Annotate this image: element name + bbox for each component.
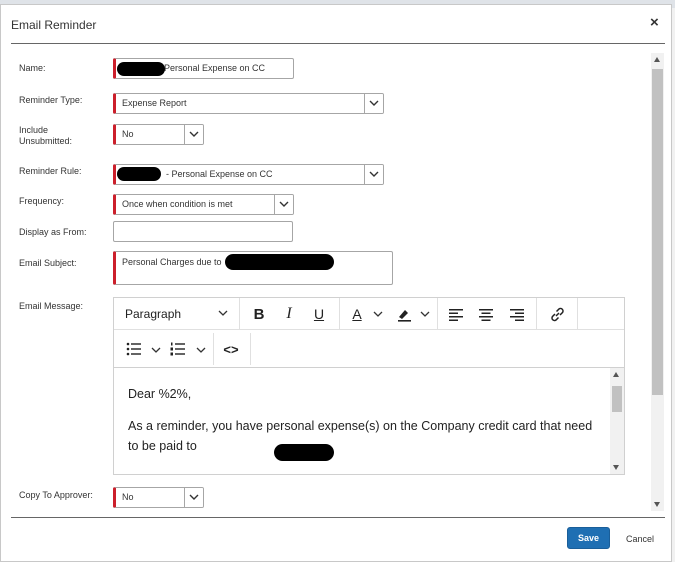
italic-button[interactable]: I (276, 298, 302, 330)
chevron-down-icon (274, 195, 293, 214)
redacted-marker (117, 62, 165, 76)
reminder-type-value: Expense Report (122, 98, 187, 108)
toolbar-separator (239, 298, 240, 330)
format-dropdown[interactable]: Paragraph (114, 298, 250, 330)
toolbar-separator (577, 298, 578, 330)
chevron-down-icon (364, 165, 383, 184)
scroll-up-icon[interactable] (613, 372, 619, 377)
copy-approver-select[interactable]: No (113, 487, 204, 508)
scroll-down-icon[interactable] (613, 465, 619, 470)
format-value: Paragraph (125, 307, 182, 321)
editor-toolbar-row-2: <> (114, 330, 624, 368)
email-subject-label: Email Subject: (19, 258, 77, 268)
underline-button[interactable]: U (306, 298, 332, 330)
rich-text-editor: Paragraph B I U A <> Dear %2%, As a remi… (113, 297, 625, 475)
highlight-icon[interactable] (393, 298, 415, 330)
form-scrollbar[interactable] (651, 53, 664, 511)
toolbar-separator (250, 333, 251, 365)
numbered-list-icon[interactable] (166, 333, 190, 365)
frequency-value: Once when condition is met (122, 199, 233, 209)
name-label: Name: (19, 63, 46, 73)
bullet-list-icon[interactable] (122, 333, 146, 365)
editor-content[interactable]: Dear %2%, As a reminder, you have person… (114, 368, 608, 474)
message-paragraph-1: Dear %2%, (128, 387, 192, 401)
font-color-button[interactable]: A (346, 298, 368, 330)
redacted-marker (225, 254, 334, 270)
toolbar-separator (536, 298, 537, 330)
display-from-input[interactable] (113, 221, 293, 242)
editor-toolbar-row-1: Paragraph B I U A (114, 298, 624, 330)
link-icon[interactable] (544, 298, 570, 330)
cancel-button[interactable]: Cancel (626, 534, 654, 544)
scroll-down-icon[interactable] (654, 502, 660, 507)
redacted-marker (117, 167, 161, 181)
toolbar-separator (213, 333, 214, 365)
reminder-rule-label: Reminder Rule: (19, 166, 82, 176)
align-center-icon[interactable] (474, 298, 498, 330)
header-divider (11, 43, 665, 44)
footer-divider (11, 517, 665, 518)
copy-approver-value: No (122, 492, 134, 502)
editor-scrollbar-thumb[interactable] (612, 386, 622, 412)
source-code-button[interactable]: <> (218, 333, 244, 365)
redacted-marker (274, 444, 334, 461)
reminder-type-label: Reminder Type: (19, 95, 83, 105)
bold-button[interactable]: B (246, 298, 272, 330)
chevron-down-icon[interactable] (373, 311, 383, 318)
align-left-icon[interactable] (444, 298, 468, 330)
chevron-down-icon (184, 488, 203, 507)
chevron-down-icon (184, 125, 203, 144)
email-subject-value: Personal Charges due to (122, 257, 222, 267)
chevron-down-icon[interactable] (196, 347, 206, 354)
toolbar-separator (339, 298, 340, 330)
name-value: Personal Expense on CC (164, 63, 266, 73)
include-unsubmitted-label-line1: Include (19, 125, 49, 135)
email-reminder-dialog: Email Reminder × Name: Personal Expense … (0, 4, 672, 562)
message-paragraph-2: As a reminder, you have personal expense… (128, 419, 593, 453)
chevron-down-icon[interactable] (420, 311, 430, 318)
scroll-up-icon[interactable] (654, 57, 660, 62)
save-button[interactable]: Save (567, 527, 610, 549)
reminder-rule-value: - Personal Expense on CC (166, 169, 273, 179)
dialog-title: Email Reminder (11, 18, 97, 32)
toolbar-separator (437, 298, 438, 330)
editor-scrollbar[interactable] (610, 368, 624, 474)
align-right-icon[interactable] (505, 298, 529, 330)
form-scrollbar-thumb[interactable] (652, 69, 663, 395)
include-unsubmitted-value: No (122, 129, 134, 139)
frequency-select[interactable]: Once when condition is met (113, 194, 294, 215)
copy-approver-label: Copy To Approver: (19, 490, 93, 500)
chevron-down-icon (218, 310, 228, 316)
include-unsubmitted-select[interactable]: No (113, 124, 204, 145)
chevron-down-icon (364, 94, 383, 113)
frequency-label: Frequency: (19, 196, 65, 206)
reminder-type-select[interactable]: Expense Report (113, 93, 384, 114)
display-from-label: Display as From: (19, 227, 87, 237)
include-unsubmitted-label-line2: Unsubmitted: (19, 136, 73, 146)
email-message-label: Email Message: (19, 301, 84, 311)
chevron-down-icon[interactable] (151, 347, 161, 354)
close-icon[interactable]: × (650, 15, 659, 31)
